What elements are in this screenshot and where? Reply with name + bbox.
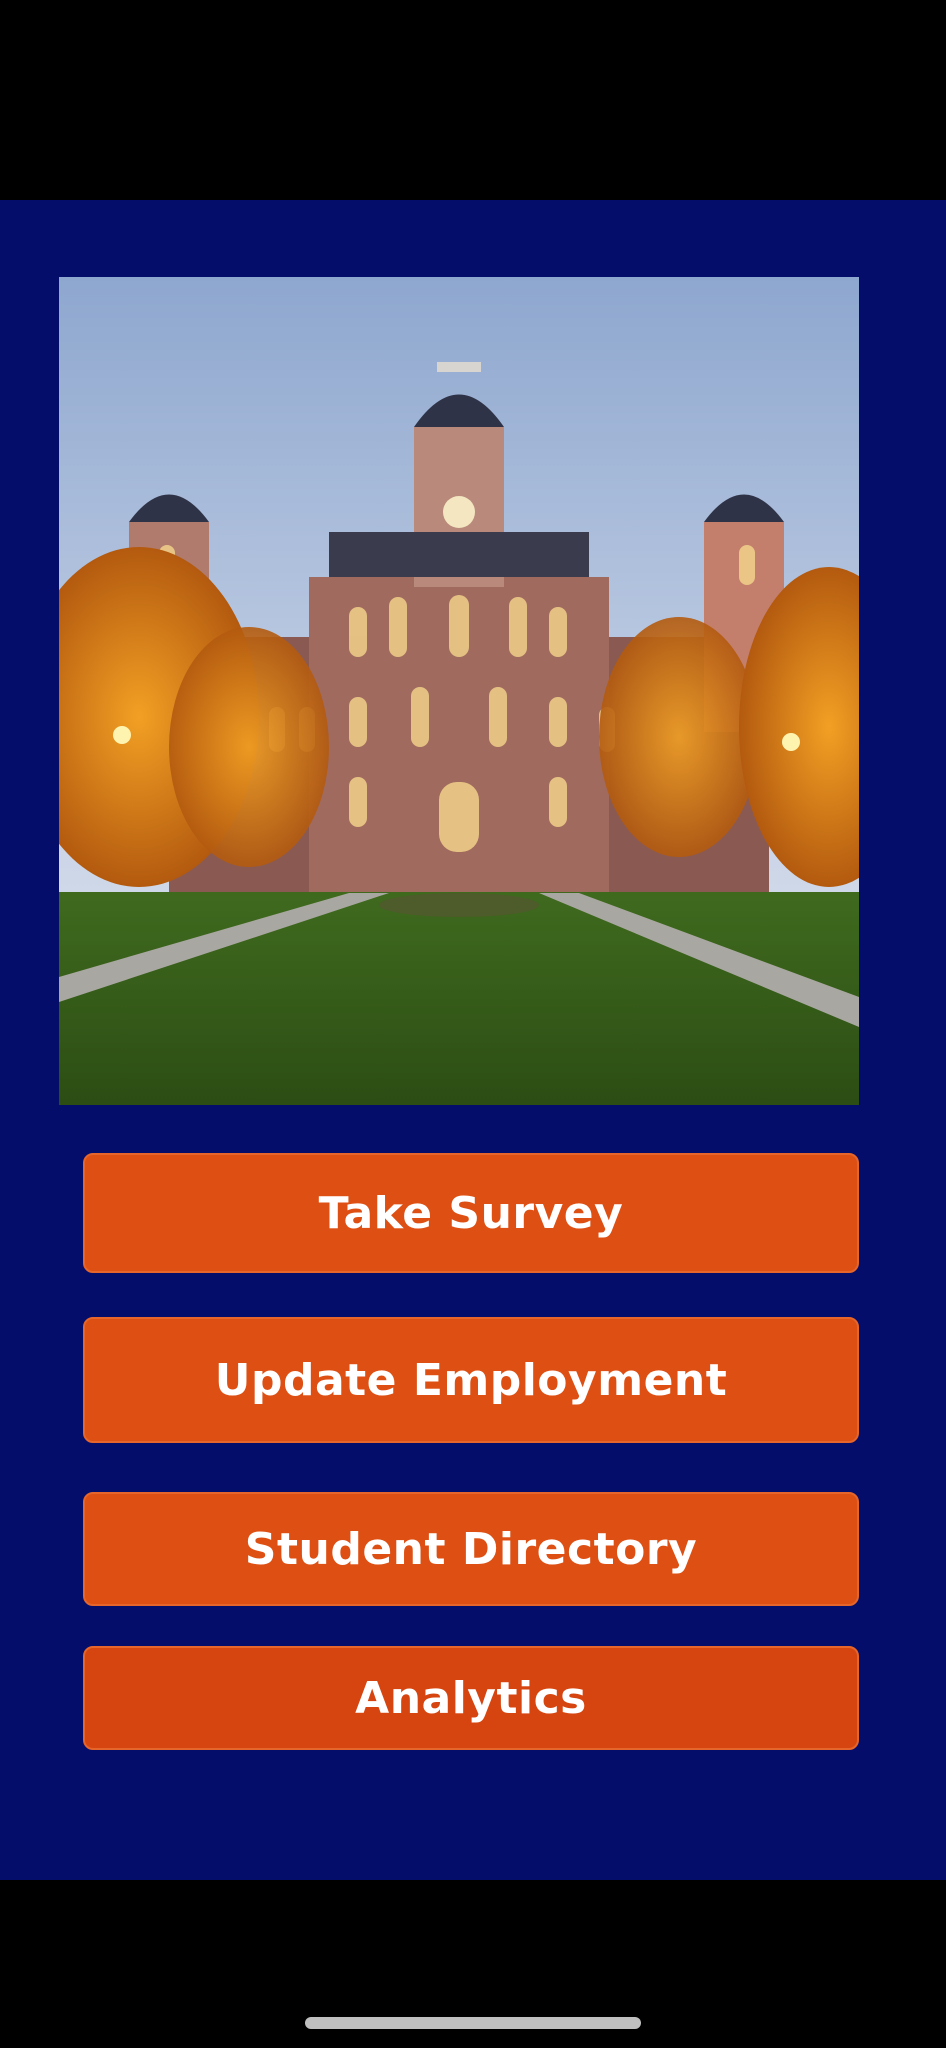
student-directory-button[interactable]: Student Directory bbox=[83, 1492, 859, 1606]
update-employment-button[interactable]: Update Employment bbox=[83, 1317, 859, 1443]
home-indicator[interactable] bbox=[305, 2017, 641, 2029]
student-directory-label: Student Directory bbox=[244, 1523, 698, 1575]
analytics-button[interactable]: Analytics bbox=[83, 1646, 859, 1750]
status-bar bbox=[0, 0, 946, 200]
analytics-label: Analytics bbox=[355, 1672, 587, 1724]
campus-building-photo bbox=[59, 277, 859, 1105]
take-survey-button[interactable]: Take Survey bbox=[83, 1153, 859, 1273]
home-screen: Take Survey Update Employment Student Di… bbox=[0, 200, 946, 1880]
take-survey-label: Take Survey bbox=[318, 1187, 624, 1239]
update-employment-label: Update Employment bbox=[214, 1354, 728, 1406]
